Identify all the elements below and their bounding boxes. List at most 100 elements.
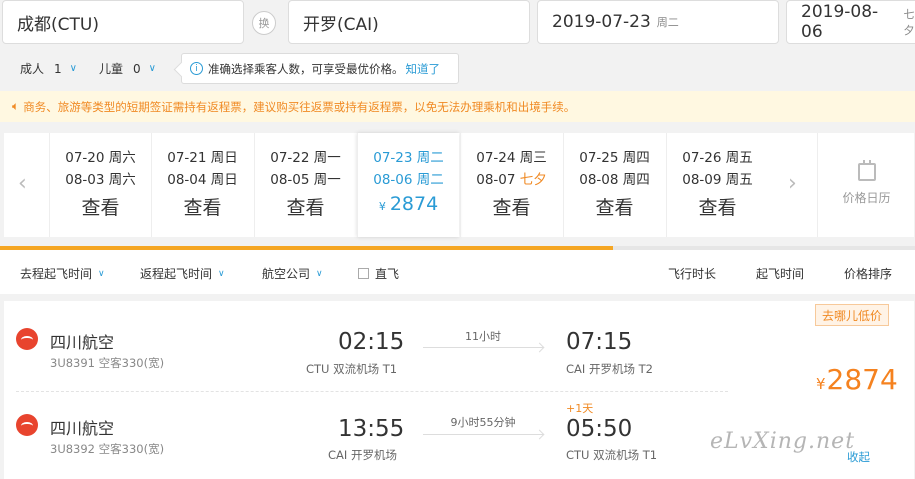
date-cell[interactable]: 07-22 周一 08-05 周一 查看 <box>254 133 356 237</box>
date-cell[interactable]: 07-20 周六 08-03 周六 查看 <box>49 133 151 237</box>
return-date: 08-07 <box>476 172 516 188</box>
price-calendar-label: 价格日历 <box>842 191 891 205</box>
adult-selector[interactable]: 成人 1 ∨ <box>20 60 77 77</box>
filter-depart-time-label: 去程起飞时间 <box>20 267 93 281</box>
filter-depart-time[interactable]: 去程起飞时间 ∨ <box>20 265 105 282</box>
date-out: 07-21 周日 <box>167 150 238 166</box>
departure-airport: CAI 开罗机场 <box>328 448 397 462</box>
arrival-time: 05:50 <box>566 416 633 442</box>
date-return: 08-03 周六 <box>65 172 136 188</box>
child-label: 儿童 <box>99 62 124 76</box>
date-cell[interactable]: 07-26 周五 08-09 周五 查看 <box>666 133 768 237</box>
child-selector[interactable]: 儿童 0 ∨ <box>99 60 156 77</box>
visa-notice: 🔈︎ 商务、旅游等类型的短期签证需持有返程票，建议购买往返票或持有返程票，以免无… <box>0 91 915 122</box>
filter-return-time[interactable]: 返程起飞时间 ∨ <box>140 265 225 282</box>
sort-duration-label: 飞行时长 <box>668 267 717 281</box>
flight-result-card[interactable]: 四川航空 3U8391 空客330(宽) 02:15 CTU 双流机场 T1 1… <box>4 301 914 479</box>
arrival-time: 07:15 <box>566 329 633 355</box>
date-return: 08-07 七夕 <box>461 169 562 191</box>
view-link[interactable]: 查看 <box>564 193 665 220</box>
chevron-left-icon[interactable]: ‹ <box>18 171 27 196</box>
chevron-right-icon[interactable]: › <box>788 171 797 196</box>
view-link[interactable]: 查看 <box>461 193 562 220</box>
passenger-tip: i 准确选择乘客人数，可享受最优价格。 知道了 <box>181 53 459 84</box>
info-icon: i <box>190 62 203 75</box>
sort-price[interactable]: 价格排序 <box>844 265 892 282</box>
date-out: 07-20 周六 <box>65 150 136 166</box>
duration-arrow <box>423 347 543 348</box>
date-out: 07-26 周五 <box>682 150 753 166</box>
calendar-icon <box>857 160 876 181</box>
date-return: 08-09 周五 <box>682 172 753 188</box>
depart-date-field[interactable]: 2019-07-23 周二 <box>537 0 779 44</box>
date-cell[interactable]: 07-24 周三 08-07 七夕 查看 <box>460 133 562 237</box>
view-link[interactable]: 查看 <box>152 193 253 220</box>
date-return: 08-06 周二 <box>373 172 444 188</box>
date-cell[interactable]: 07-21 周日 08-04 周日 查看 <box>151 133 253 237</box>
date-cell[interactable]: 07-25 周四 08-08 周四 查看 <box>563 133 665 237</box>
flight-duration: 9小时55分钟 <box>450 416 516 429</box>
arrival-airport: CTU 双流机场 T1 <box>566 448 658 462</box>
return-weekday: 七夕 <box>903 8 915 37</box>
sort-duration[interactable]: 飞行时长 <box>668 265 716 282</box>
flight-duration: 11小时 <box>465 330 501 343</box>
filter-airline-label: 航空公司 <box>262 267 311 281</box>
collapse-link[interactable]: 收起 <box>847 449 870 465</box>
currency-symbol: ¥ <box>816 375 826 393</box>
sort-departure-label: 起飞时间 <box>756 267 805 281</box>
chevron-down-icon: ∨ <box>316 268 323 279</box>
direct-checkbox[interactable] <box>358 268 369 279</box>
arrival-airport: CAI 开罗机场 T2 <box>566 362 653 376</box>
date-out: 07-25 周四 <box>579 150 650 166</box>
date-return: 08-04 周日 <box>167 172 238 188</box>
destination-value: 开罗(CAI) <box>303 14 379 35</box>
tip-dismiss-link[interactable]: 知道了 <box>406 61 441 77</box>
destination-field[interactable]: 开罗(CAI) <box>288 0 530 44</box>
filter-direct-label: 直飞 <box>375 267 400 281</box>
notice-text: 商务、旅游等类型的短期签证需持有返程票，建议购买往返票或持有返程票，以免无法办理… <box>23 99 576 114</box>
sichuan-airlines-logo-icon <box>16 414 38 436</box>
sort-departure[interactable]: 起飞时间 <box>756 265 804 282</box>
departure-airport: CTU 双流机场 T1 <box>306 362 398 376</box>
date-strip: ‹ 07-20 周六 08-03 周六 查看 07-21 周日 08-04 周日… <box>4 133 914 237</box>
airline-name: 四川航空 <box>50 333 115 352</box>
flight-number: 3U8391 空客330(宽) <box>50 356 165 370</box>
date-out: 07-24 周三 <box>476 150 547 166</box>
holiday-label: 七夕 <box>519 172 547 188</box>
filter-direct[interactable]: 直飞 <box>358 265 399 282</box>
lowest-price-badge: 去哪儿低价 <box>815 304 890 326</box>
view-link[interactable]: 查看 <box>255 193 356 220</box>
return-date-value: 2019-08-06 <box>801 2 879 42</box>
chevron-down-icon: ∨ <box>98 268 105 279</box>
date-cell-selected[interactable]: 07-23 周二 08-06 周二 ¥2874 <box>357 133 459 237</box>
chevron-down-icon: ∨ <box>148 63 156 74</box>
child-count: 0 <box>133 61 141 76</box>
price-value: 2874 <box>389 193 439 215</box>
chevron-down-icon: ∨ <box>69 63 77 74</box>
adult-count: 1 <box>54 61 62 76</box>
departure-time: 02:15 <box>338 329 405 355</box>
total-price-value: 2874 <box>826 363 898 396</box>
tip-text: 准确选择乘客人数，可享受最优价格。 <box>208 61 404 76</box>
origin-value: 成都(CTU) <box>17 14 99 35</box>
adult-label: 成人 <box>20 62 45 76</box>
swap-button[interactable]: 换 <box>252 11 276 35</box>
date-return: 08-05 周一 <box>270 172 341 188</box>
filter-airline[interactable]: 航空公司 ∨ <box>262 265 323 282</box>
date-out: 07-22 周一 <box>270 150 341 166</box>
view-link[interactable]: 查看 <box>667 193 768 220</box>
day-offset: +1天 <box>566 402 594 415</box>
speaker-icon: 🔈︎ <box>12 99 20 113</box>
airline-name: 四川航空 <box>50 419 115 438</box>
date-out: 07-23 周二 <box>373 150 444 166</box>
filter-bar: 去程起飞时间 ∨ 返程起飞时间 ∨ 航空公司 ∨ 直飞 飞行时长 起飞时间 价格… <box>0 250 915 294</box>
duration-arrow <box>423 434 543 435</box>
sichuan-airlines-logo-icon <box>16 328 38 350</box>
view-link[interactable]: 查看 <box>50 193 151 220</box>
flight-number: 3U8392 空客330(宽) <box>50 442 165 456</box>
price-calendar-button[interactable]: 价格日历 <box>817 133 915 237</box>
departure-time: 13:55 <box>338 416 405 442</box>
return-date-field[interactable]: 2019-08-06 七夕 <box>786 0 915 44</box>
origin-field[interactable]: 成都(CTU) <box>2 0 244 44</box>
watermark: eLvXing.net <box>710 429 856 454</box>
